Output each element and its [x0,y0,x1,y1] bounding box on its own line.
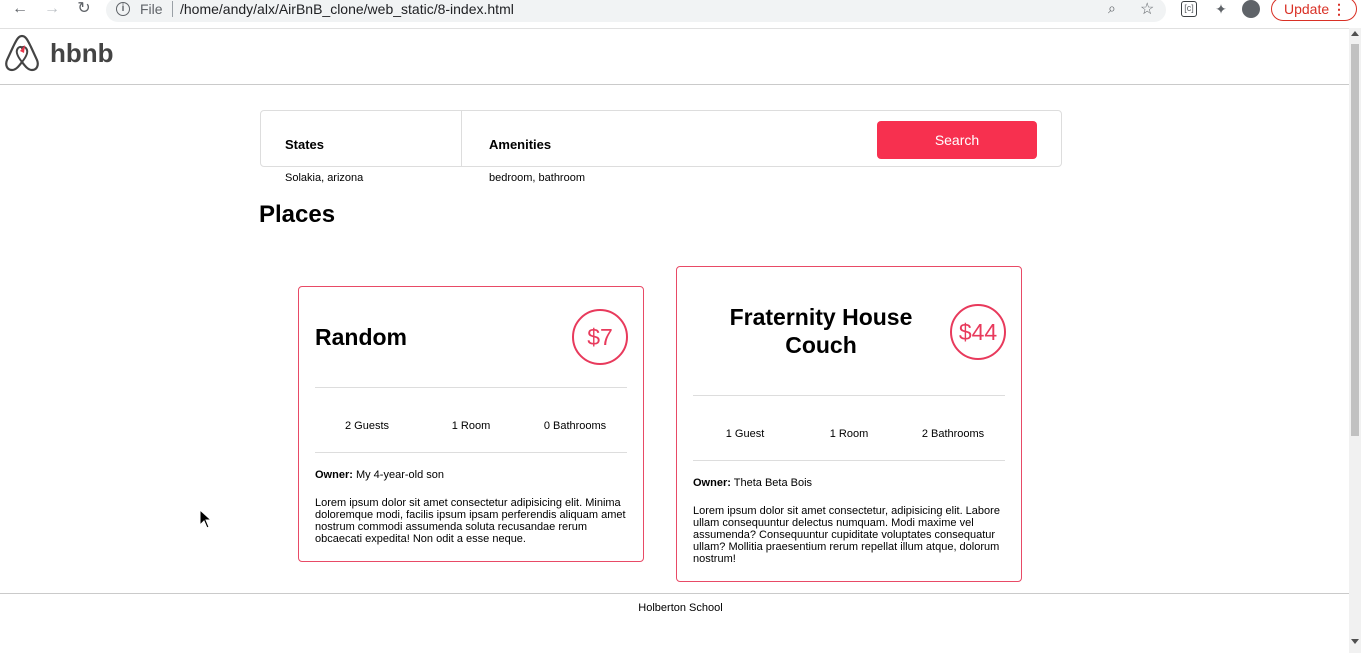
guests-count: 2 Guests [344,420,390,432]
place-name: Fraternity House Couch [729,304,913,358]
logo-text: hbnb [50,38,114,68]
amenities-title: Amenities [489,137,552,152]
update-button[interactable]: Update ⋮ [1271,0,1357,21]
amenities-filter[interactable]: Amenities bedroom, bathroom [465,111,865,184]
search-button[interactable]: Search [877,121,1037,159]
divider [693,460,1005,461]
price-badge: $44 [950,304,1006,360]
place-description: Lorem ipsum dolor sit amet consectetur a… [315,497,626,545]
owner-name: My 4-year-old son [352,469,444,481]
airbnb-logo-icon: hbnb [5,34,114,72]
info-icon[interactable]: i [116,2,130,16]
address-bar[interactable]: i File /home/andy/alx/AirBnB_clone/web_s… [106,0,1166,22]
owner-line: Owner: Theta Beta Bois [693,477,812,489]
place-card: Random $7 2 Guests 1 Room 0 Bathrooms Ow… [298,286,644,562]
address-separator [172,1,173,17]
url-scheme: File [140,1,163,17]
bathrooms-count: 2 Bathrooms [921,428,985,440]
owner-line: Owner: My 4-year-old son [315,469,444,481]
place-name: Random [315,324,407,350]
owner-label: Owner: [693,477,731,489]
update-label: Update [1284,1,1330,17]
scroll-up-icon[interactable] [1351,31,1359,36]
states-selected: Solakia, arizona [285,172,364,184]
reload-icon[interactable]: ↻ [74,0,94,20]
owner-label: Owner: [315,469,353,481]
divider [315,452,627,453]
profile-avatar[interactable] [1242,0,1260,18]
forward-icon[interactable]: → [42,0,62,20]
rooms-count: 1 Room [451,420,491,432]
back-icon[interactable]: ← [10,0,30,20]
places-title: Places [259,201,336,228]
divider [315,387,627,388]
price-badge: $7 [572,309,628,365]
browser-toolbar: ← → ↻ i File /home/andy/alx/AirBnB_clone… [0,0,1361,22]
site-header: hbnb [0,29,1349,85]
url-text[interactable]: /home/andy/alx/AirBnB_clone/web_static/8… [180,1,514,17]
place-card: Fraternity House Couch $44 1 Guest 1 Roo… [676,266,1022,582]
place-description: Lorem ipsum dolor sit amet consectetur, … [693,505,1000,565]
vertical-scrollbar[interactable] [1349,28,1361,653]
guests-count: 1 Guest [725,428,765,440]
bathrooms-count: 0 Bathrooms [543,420,607,432]
zoom-icon[interactable]: ⌕ [1108,0,1116,17]
scroll-down-icon[interactable] [1351,639,1359,644]
rooms-count: 1 Room [829,428,869,440]
divider [693,395,1005,396]
footer-text: Holberton School [638,602,723,614]
filters-bar: States Solakia, arizona Amenities bedroo… [260,110,1062,184]
hbnb-logo[interactable]: hbnb [4,33,114,73]
site-footer: Holberton School [0,593,1349,653]
bookmark-star-icon[interactable]: ☆ [1140,0,1154,19]
states-title: States [285,137,325,152]
amenities-selected: bedroom, bathroom [489,172,585,184]
page-viewport: hbnb States Solakia, arizona Amenities b… [0,28,1349,653]
extension-icon[interactable]: [c] [1181,1,1197,17]
states-filter[interactable]: States Solakia, arizona [261,111,462,184]
menu-icon[interactable]: ⋮ [1332,0,1346,20]
scrollbar-thumb[interactable] [1351,44,1359,436]
owner-name: Theta Beta Bois [730,477,813,489]
puzzle-icon[interactable]: ✦ [1213,1,1229,17]
